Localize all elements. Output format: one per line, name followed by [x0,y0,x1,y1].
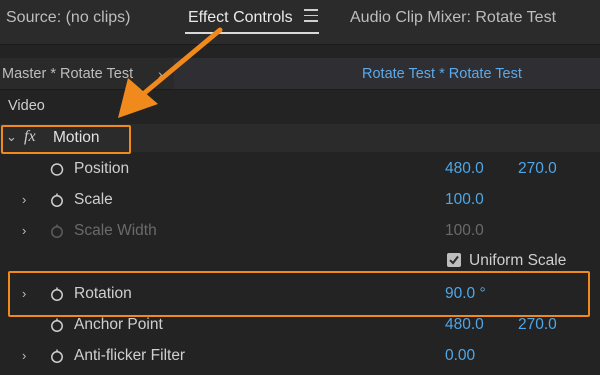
annotation-arrow-icon [118,27,223,118]
